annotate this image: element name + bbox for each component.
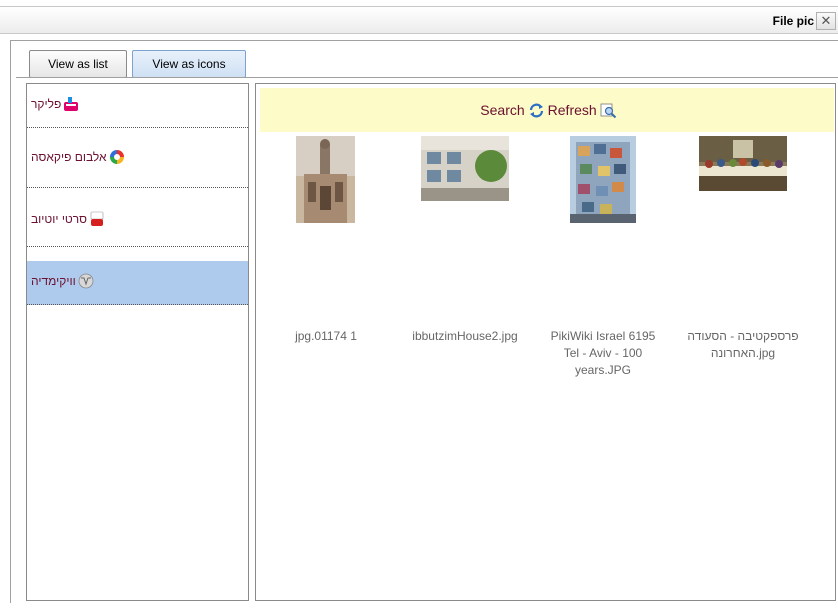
thumbnail-label: jpg.01174 1	[256, 328, 396, 345]
sidebar-item-label: פליקר	[31, 97, 62, 111]
close-icon: ✕	[820, 13, 832, 28]
thumbnail-image[interactable]	[296, 136, 355, 223]
thumbnail-label-line: jpg.01174 1	[295, 329, 357, 343]
wikimedia-icon	[78, 273, 94, 289]
refresh-icon[interactable]	[528, 102, 545, 119]
results-panel: Search Refresh jpg.01174 1 ibbutzimHouse…	[255, 83, 836, 601]
sidebar-item-wikimedia[interactable]: וויקימדיה	[27, 261, 248, 305]
thumbnail-label-line: Tel - Aviv - 100	[563, 346, 643, 360]
view-as-icons-button[interactable]: View as icons	[132, 50, 246, 78]
dialog-title: File pic	[772, 14, 814, 28]
sidebar-item-flickr[interactable]: פליקר	[27, 84, 248, 128]
thumbnail-label: פרספקטיבה - הסעודה האחרונה.jpg	[673, 328, 813, 362]
search-link[interactable]: Search	[480, 102, 524, 118]
sidebar-item-label: אלבום פיקאסה	[31, 150, 107, 164]
source-sidebar: פליקר אלבום פיקאסה סרטי יוטיוב וויקימדיה	[26, 83, 249, 601]
sidebar-item-label: סרטי יוטיוב	[31, 212, 88, 226]
view-as-list-button[interactable]: View as list	[29, 50, 127, 78]
thumbnail-label: PikiWiki Israel 6195 Tel - Aviv - 100 ye…	[532, 328, 674, 379]
dialog-titlebar[interactable]: File pic ✕	[0, 6, 838, 34]
thumbnail-label-line: years.JPG	[574, 363, 631, 377]
picasa-icon	[109, 150, 124, 164]
sidebar-item-label: וויקימדיה	[31, 274, 76, 288]
thumbnail-label-line: PikiWiki Israel 6195	[550, 329, 656, 343]
thumbnail-label-line: האחרונה.jpg	[710, 346, 776, 360]
youtube-icon	[90, 211, 104, 226]
flickr-icon	[64, 97, 79, 111]
toolbar-divider	[16, 77, 838, 78]
search-bar: Search Refresh	[260, 88, 834, 132]
sidebar-item-picasa[interactable]: אלבום פיקאסה	[27, 129, 248, 188]
close-button[interactable]: ✕	[816, 12, 836, 30]
refresh-link[interactable]: Refresh	[548, 102, 597, 118]
thumbnail-label: ibbutzimHouse2.jpg	[395, 328, 535, 345]
thumbnail-label-line: ibbutzimHouse2.jpg	[412, 329, 518, 343]
thumbnail-label-line: פרספקטיבה - הסעודה	[687, 329, 799, 343]
sidebar-item-youtube[interactable]: סרטי יוטיוב	[27, 189, 248, 247]
view-toolbar: View as list View as icons	[16, 50, 838, 78]
thumbnail-image[interactable]	[570, 136, 636, 223]
thumbnail-image[interactable]	[421, 136, 509, 201]
magnifier-icon[interactable]	[600, 102, 617, 119]
thumbnail-image[interactable]	[699, 136, 787, 191]
